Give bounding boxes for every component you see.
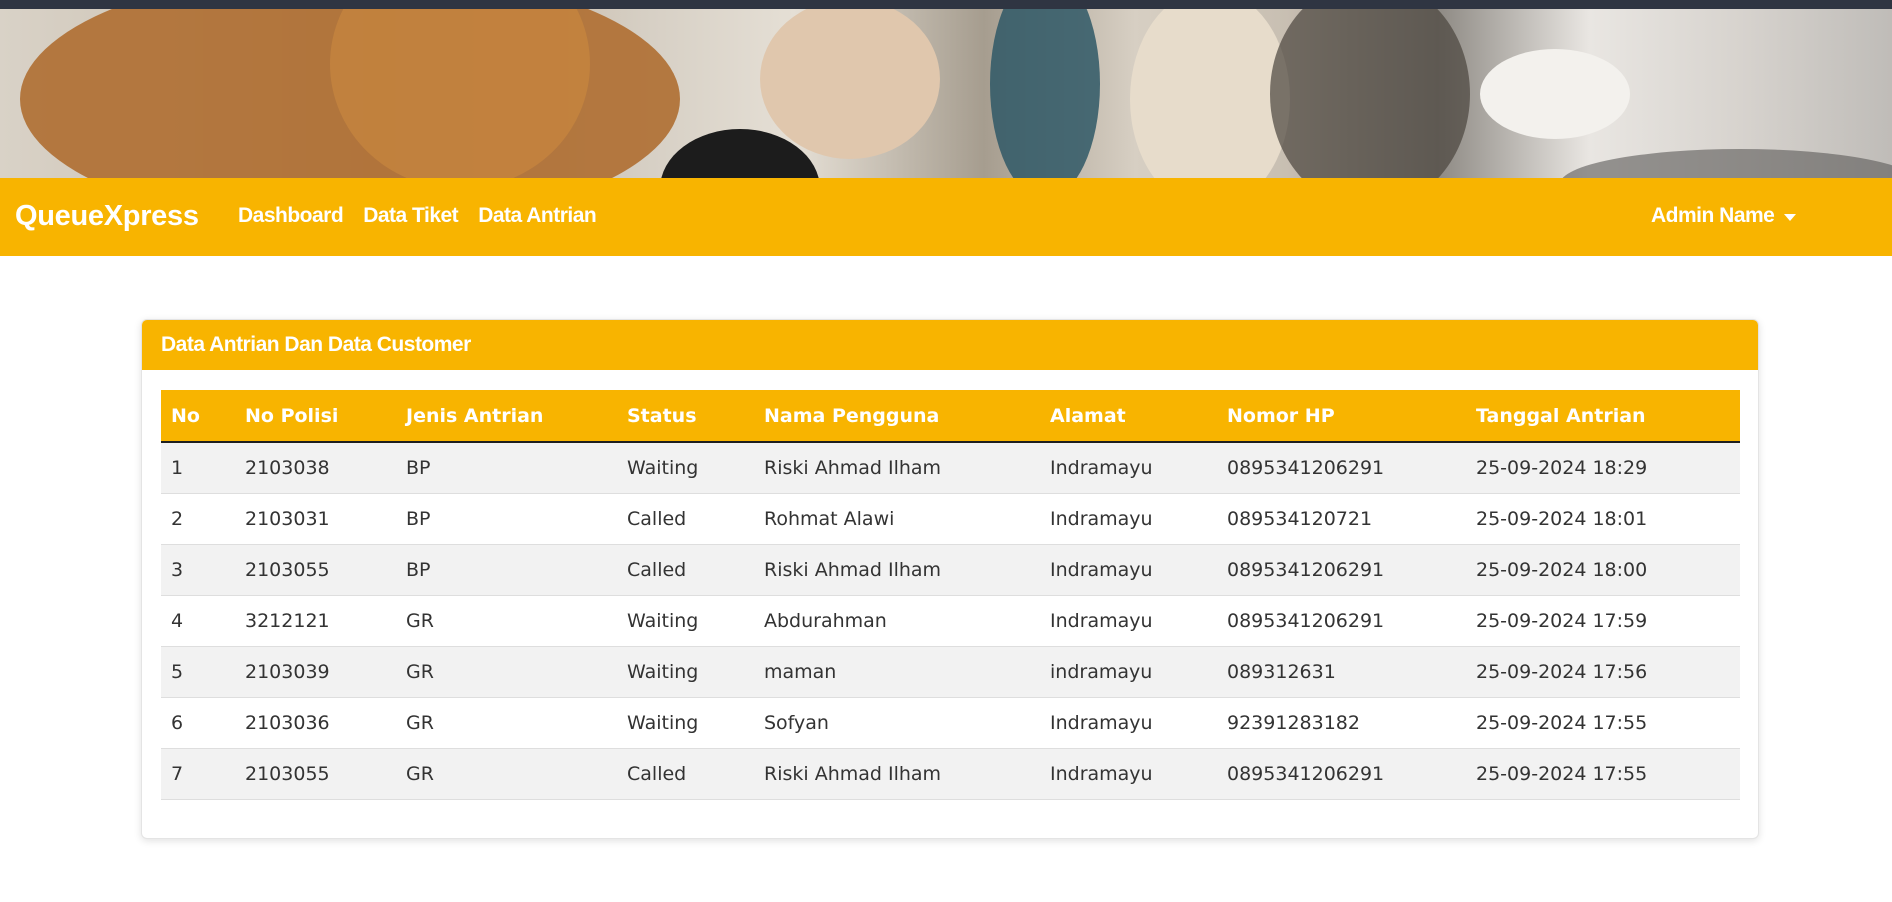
- brand-logo[interactable]: QueueXpress: [15, 200, 199, 233]
- table-row: 3 2103055 BP Called Riski Ahmad Ilham In…: [161, 544, 1740, 595]
- cell-nomor-hp: 089534120721: [1227, 507, 1373, 530]
- nav-link-dashboard[interactable]: Dashboard: [228, 204, 353, 228]
- cell-jenis-antrian: GR: [406, 711, 434, 734]
- header-status: Status: [617, 390, 754, 443]
- cell-tanggal-antrian: 25-09-2024 18:00: [1476, 558, 1648, 581]
- user-name: Admin Name: [1651, 204, 1775, 227]
- hero-banner-image: [0, 9, 1892, 178]
- cell-alamat: Indramayu: [1050, 507, 1153, 530]
- cell-nama-pengguna: Riski Ahmad Ilham: [764, 558, 942, 581]
- cell-nomor-hp: 089312631: [1227, 660, 1336, 683]
- header-jenis-antrian: Jenis Antrian: [396, 390, 617, 443]
- nav-links: Dashboard Data Tiket Data Antrian: [228, 204, 606, 228]
- cell-jenis-antrian: BP: [406, 456, 431, 479]
- table-row: 4 3212121 GR Waiting Abdurahman Indramay…: [161, 595, 1740, 646]
- header-no-polisi: No Polisi: [235, 390, 396, 443]
- cell-jenis-antrian: GR: [406, 762, 434, 785]
- cell-no-polisi: 2103031: [245, 507, 330, 530]
- cell-status: Waiting: [627, 456, 699, 479]
- table-row: 7 2103055 GR Called Riski Ahmad Ilham In…: [161, 748, 1740, 799]
- cell-alamat: Indramayu: [1050, 711, 1153, 734]
- cell-jenis-antrian: BP: [406, 507, 431, 530]
- header-nomor-hp: Nomor HP: [1217, 390, 1466, 443]
- header-nama-pengguna: Nama Pengguna: [754, 390, 1040, 443]
- nav-link-data-antrian[interactable]: Data Antrian: [468, 204, 606, 228]
- cell-tanggal-antrian: 25-09-2024 17:56: [1476, 660, 1648, 683]
- table-row: 5 2103039 GR Waiting maman indramayu 089…: [161, 646, 1740, 697]
- cell-no: 7: [171, 762, 184, 785]
- table-header-row: No No Polisi Jenis Antrian Status Nama P…: [161, 390, 1740, 443]
- user-dropdown[interactable]: Admin Name: [1651, 204, 1797, 228]
- cell-no-polisi: 2103039: [245, 660, 330, 683]
- cell-jenis-antrian: GR: [406, 660, 434, 683]
- cell-jenis-antrian: GR: [406, 609, 434, 632]
- cell-nama-pengguna: Sofyan: [764, 711, 829, 734]
- cell-no: 3: [171, 558, 184, 581]
- cell-nomor-hp: 0895341206291: [1227, 609, 1385, 632]
- cell-tanggal-antrian: 25-09-2024 17:55: [1476, 711, 1648, 734]
- cell-nama-pengguna: Riski Ahmad Ilham: [764, 456, 942, 479]
- cell-status: Waiting: [627, 660, 699, 683]
- header-no: No: [161, 390, 235, 443]
- cell-alamat: Indramayu: [1050, 609, 1153, 632]
- cell-status: Called: [627, 762, 687, 785]
- cell-no-polisi: 2103055: [245, 762, 330, 785]
- cell-nama-pengguna: Riski Ahmad Ilham: [764, 762, 942, 785]
- cell-nama-pengguna: Rohmat Alawi: [764, 507, 895, 530]
- cell-jenis-antrian: BP: [406, 558, 431, 581]
- cell-alamat: Indramayu: [1050, 762, 1153, 785]
- cell-tanggal-antrian: 25-09-2024 17:55: [1476, 762, 1648, 785]
- cell-no-polisi: 2103038: [245, 456, 330, 479]
- cell-no: 1: [171, 456, 184, 479]
- cell-status: Called: [627, 507, 687, 530]
- cell-no: 2: [171, 507, 184, 530]
- cell-status: Called: [627, 558, 687, 581]
- cell-alamat: Indramayu: [1050, 558, 1153, 581]
- cell-status: Waiting: [627, 711, 699, 734]
- cell-no: 4: [171, 609, 184, 632]
- table-row: 6 2103036 GR Waiting Sofyan Indramayu 92…: [161, 697, 1740, 748]
- card-title: Data Antrian Dan Data Customer: [142, 320, 1758, 370]
- header-tanggal-antrian: Tanggal Antrian: [1466, 390, 1740, 443]
- header-alamat: Alamat: [1040, 390, 1217, 443]
- cell-nomor-hp: 0895341206291: [1227, 558, 1385, 581]
- cell-nomor-hp: 0895341206291: [1227, 762, 1385, 785]
- cell-nomor-hp: 0895341206291: [1227, 456, 1385, 479]
- data-card: Data Antrian Dan Data Customer No No Pol…: [141, 319, 1759, 839]
- table-row: 2 2103031 BP Called Rohmat Alawi Indrama…: [161, 493, 1740, 544]
- cell-status: Waiting: [627, 609, 699, 632]
- cell-no-polisi: 2103055: [245, 558, 330, 581]
- cell-alamat: Indramayu: [1050, 456, 1153, 479]
- cell-no-polisi: 3212121: [245, 609, 330, 632]
- cell-tanggal-antrian: 25-09-2024 18:29: [1476, 456, 1648, 479]
- cell-nama-pengguna: Abdurahman: [764, 609, 887, 632]
- navbar: QueueXpress Dashboard Data Tiket Data An…: [0, 178, 1892, 256]
- cell-alamat: indramayu: [1050, 660, 1153, 683]
- table-row: 1 2103038 BP Waiting Riski Ahmad Ilham I…: [161, 442, 1740, 493]
- cell-tanggal-antrian: 25-09-2024 17:59: [1476, 609, 1648, 632]
- window-topbar: [0, 0, 1892, 9]
- cell-tanggal-antrian: 25-09-2024 18:01: [1476, 507, 1648, 530]
- caret-down-icon: [1784, 213, 1797, 221]
- cell-no: 5: [171, 660, 184, 683]
- cell-nama-pengguna: maman: [764, 660, 837, 683]
- queue-table: No No Polisi Jenis Antrian Status Nama P…: [161, 390, 1740, 800]
- cell-nomor-hp: 92391283182: [1227, 711, 1360, 734]
- cell-no: 6: [171, 711, 184, 734]
- cell-no-polisi: 2103036: [245, 711, 330, 734]
- nav-link-data-tiket[interactable]: Data Tiket: [353, 204, 468, 228]
